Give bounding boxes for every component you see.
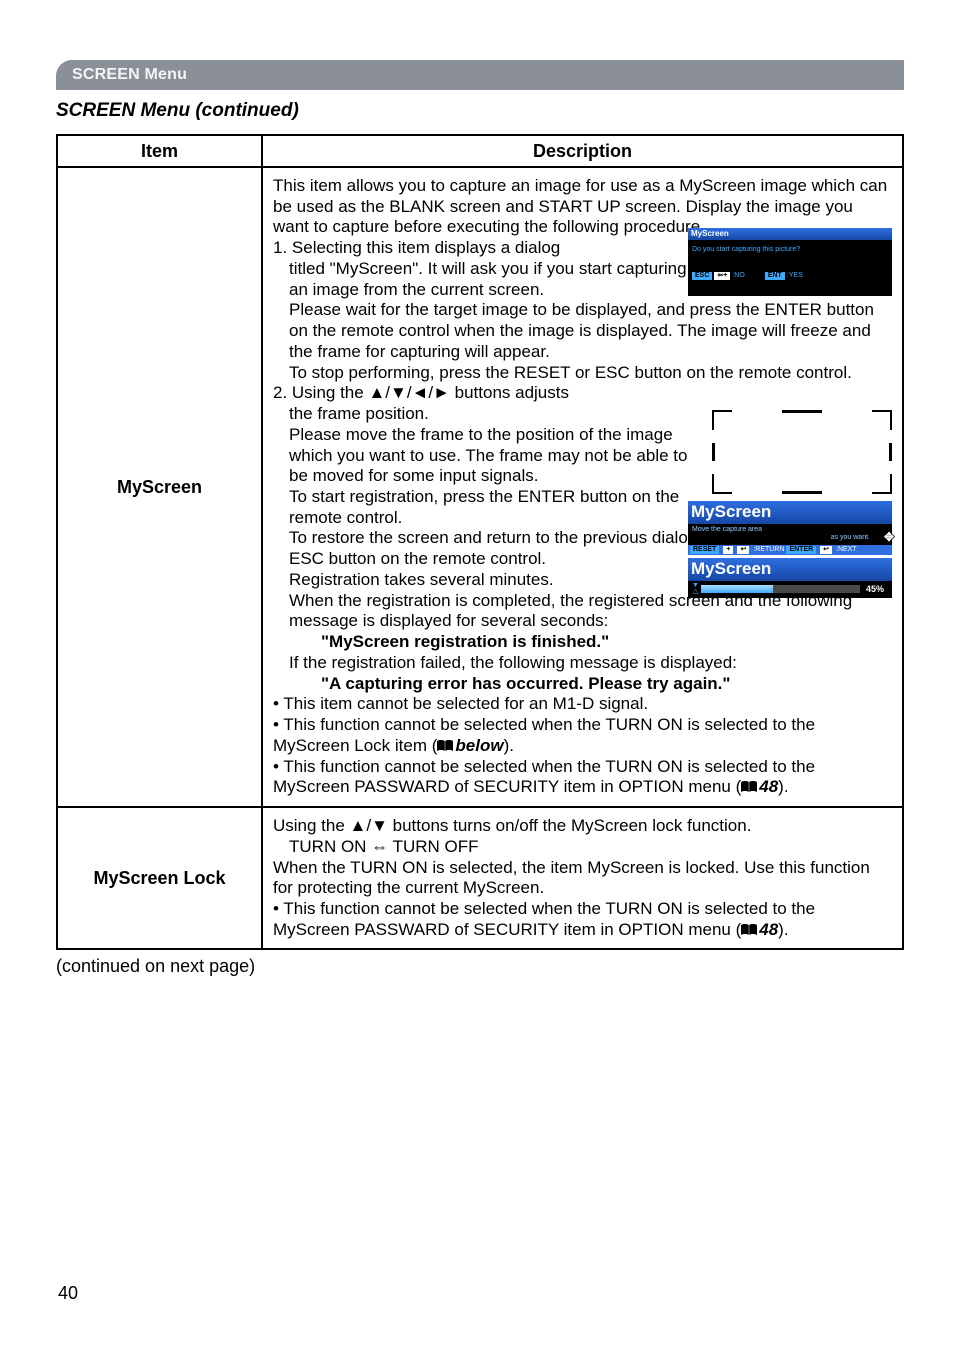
chip-enter: ENTER (786, 546, 816, 555)
lock-l4b: 48 (759, 920, 778, 939)
chip-plus: + (723, 546, 733, 555)
lock-l1: Using the ▲/▼ buttons turns on/off the M… (273, 816, 751, 835)
ms-step2c: Please move the frame to the position of… (289, 425, 687, 485)
ms-bul2c: ). (504, 736, 514, 755)
item-myscreen-lock: MyScreen Lock (57, 807, 262, 949)
ms-step1b: titled "MyScreen". It will ask you if yo… (289, 259, 687, 299)
ms-step1d: To stop performing, press the RESET or E… (289, 363, 852, 382)
osd-move-l1: Move the capture area (692, 526, 888, 535)
osd-move-l2: as you want. (692, 534, 888, 543)
continued-note: (continued on next page) (56, 956, 904, 977)
ms-bul2a: • This function cannot be selected when … (273, 715, 815, 755)
col-desc: Description (262, 135, 903, 167)
ms-msg-fail: "A capturing error has occurred. Please … (321, 674, 730, 693)
ms-msg-ok: "MyScreen registration is finished." (321, 632, 609, 651)
ms-step2b: the frame position. (289, 404, 429, 423)
osd-chip-ent: ENT (765, 272, 785, 280)
osd-chip-esc-icon: ⇐+ (714, 272, 730, 280)
osd-confirm-text: Do you start capturing this picture? (692, 246, 888, 254)
item-myscreen: MyScreen (57, 167, 262, 807)
desc-myscreen-lock: Using the ▲/▼ buttons turns on/off the M… (262, 807, 903, 949)
progress-value: 45% (862, 584, 888, 595)
book-icon (741, 924, 757, 936)
osd-progress-title: MyScreen (688, 558, 892, 581)
progress-fill (701, 585, 773, 593)
osd-chip-row: RESET + ↩ :RETURN ENTER ↩ :NEXT (688, 545, 892, 556)
osd-title: MyScreen (688, 228, 892, 240)
osd-move-wrap: MyScreen Move the capture area as you wa… (688, 501, 892, 598)
move-arrows-icon: ✥ (884, 530, 894, 545)
osd-confirm-dialog: MyScreen Do you start capturing this pic… (688, 228, 892, 296)
ms-bul3c: ). (778, 777, 788, 796)
capture-frame-icon (712, 410, 892, 494)
ms-reg: Registration takes several minutes. (289, 570, 554, 589)
ms-bul1: • This item cannot be selected for an M1… (273, 694, 648, 713)
desc-myscreen: MyScreen Do you start capturing this pic… (262, 167, 903, 807)
ms-bul3a: • This function cannot be selected when … (273, 757, 815, 797)
lock-l4a: • This function cannot be selected when … (273, 899, 815, 939)
book-icon (437, 740, 453, 752)
osd-progress-dialog: MyScreen ▼△ 45% (688, 558, 892, 598)
col-item: Item (57, 135, 262, 167)
ms-step2a: 2. Using the ▲/▼/◄/► buttons adjusts (273, 383, 569, 402)
lock-l4c: ). (778, 920, 788, 939)
ms-reg3: If the registration failed, the followin… (289, 653, 737, 672)
page-number: 40 (58, 1283, 78, 1304)
chip-ret1-icon: ↩ (737, 546, 749, 555)
row-myscreen: MyScreen MyScreen Do you start capturing… (57, 167, 903, 807)
ms-step1c: Please wait for the target image to be d… (289, 300, 874, 360)
osd-move-lines: Move the capture area as you want. ✥ (688, 524, 892, 545)
ms-step2d: To start registration, press the ENTER b… (289, 487, 679, 527)
chip-reset: RESET (690, 546, 719, 555)
lock-l2: TURN ON ⇔ TURN OFF (289, 837, 479, 856)
settings-table: Item Description MyScreen MyScreen Do yo… (56, 134, 904, 950)
menu-header: SCREEN Menu (56, 60, 904, 90)
triangle-icons: ▼△ (692, 583, 699, 595)
ms-step1a: 1. Selecting this item displays a dialog (273, 238, 560, 257)
chip-return-label: :RETURN (753, 546, 784, 555)
chip-ret2-icon: ↩ (820, 546, 832, 555)
osd-chip-esc: ESC (692, 272, 712, 280)
osd-no-label: :NO (732, 272, 744, 279)
menu-header-label: SCREEN Menu (72, 66, 187, 84)
osd-move-title: MyScreen (688, 501, 892, 524)
lock-l3: When the TURN ON is selected, the item M… (273, 858, 870, 898)
osd-move-dialog: MyScreen Move the capture area as you wa… (688, 501, 892, 555)
osd-yes-label: :YES (787, 272, 803, 279)
section-title: SCREEN Menu (continued) (56, 100, 904, 122)
book-icon (741, 781, 757, 793)
ms-bul3b: 48 (759, 777, 778, 796)
ms-bul2b: below (455, 736, 503, 755)
osd-confirm-message: Do you start capturing this picture? ESC… (688, 240, 892, 297)
chip-next-label: :NEXT (836, 546, 857, 555)
row-myscreen-lock: MyScreen Lock Using the ▲/▼ buttons turn… (57, 807, 903, 949)
progress-bar (701, 585, 860, 593)
